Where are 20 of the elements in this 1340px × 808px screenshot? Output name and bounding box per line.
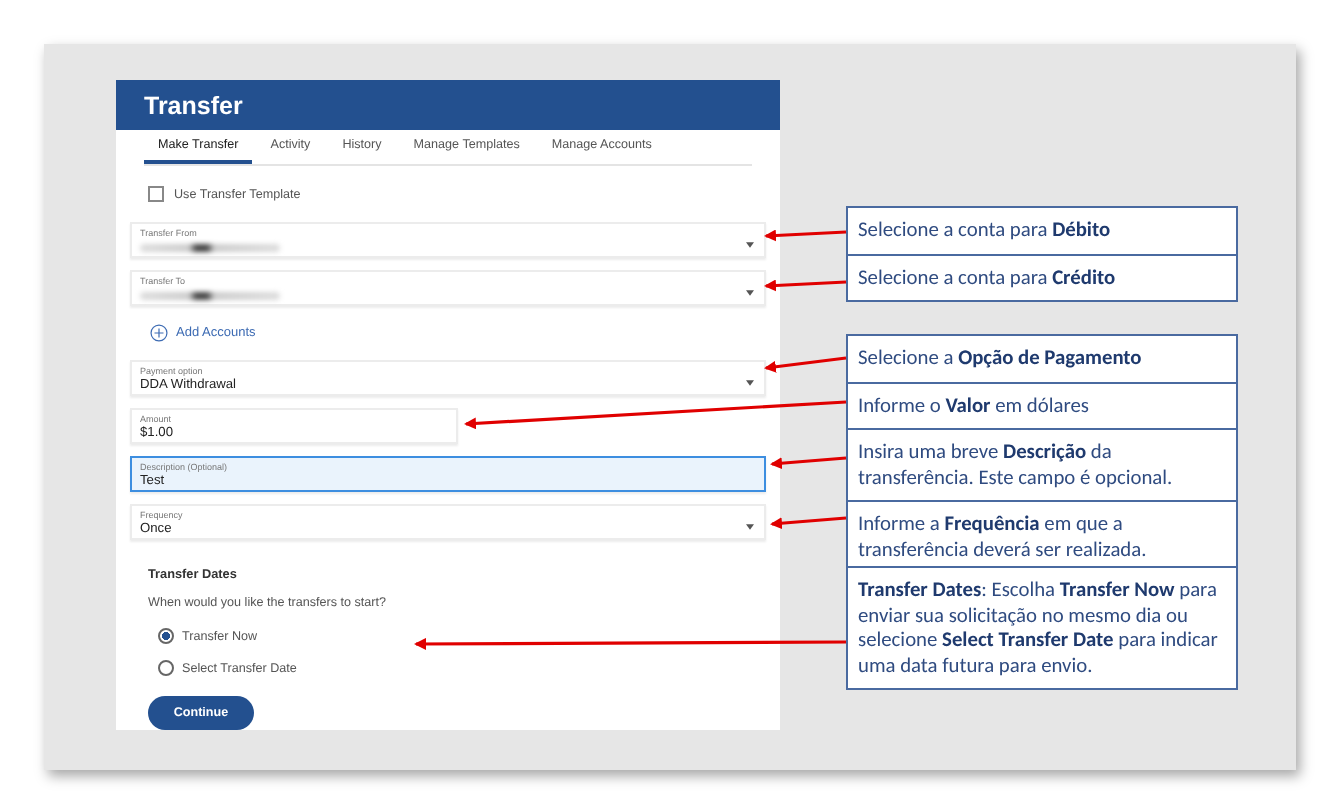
caret-icon xyxy=(746,524,754,530)
callout-note: Selecione a conta para Débito xyxy=(856,214,1113,246)
caret-icon xyxy=(746,380,754,386)
arrow xyxy=(764,356,847,373)
page-title: Transfer xyxy=(144,91,243,119)
callout-note: Selecione a Opção de Pagamento xyxy=(856,342,1144,374)
arrow xyxy=(770,456,847,470)
callout-note: Transfer Dates: Escolha Transfer Now para enviar sua solicitação no mesmo dia ou selecione Select Transfer Date para indicar uma data futura para envio. xyxy=(856,574,1220,681)
checkbox[interactable] xyxy=(148,186,164,202)
arrow xyxy=(764,279,847,292)
callout-note: Insira uma breve Descrição da transferência. Este campo é opcional. xyxy=(848,428,1236,500)
caret-icon xyxy=(746,242,754,248)
radio-button[interactable] xyxy=(158,628,174,644)
plus-circle-icon xyxy=(150,324,168,342)
caret-icon xyxy=(746,290,754,296)
radio-button[interactable] xyxy=(158,660,174,676)
callout-note: Informe o Valor em dólares xyxy=(848,381,1236,428)
arrow xyxy=(764,229,847,242)
arrow xyxy=(770,516,847,530)
callout-note: Selecione a conta para Crédito xyxy=(848,253,1236,300)
